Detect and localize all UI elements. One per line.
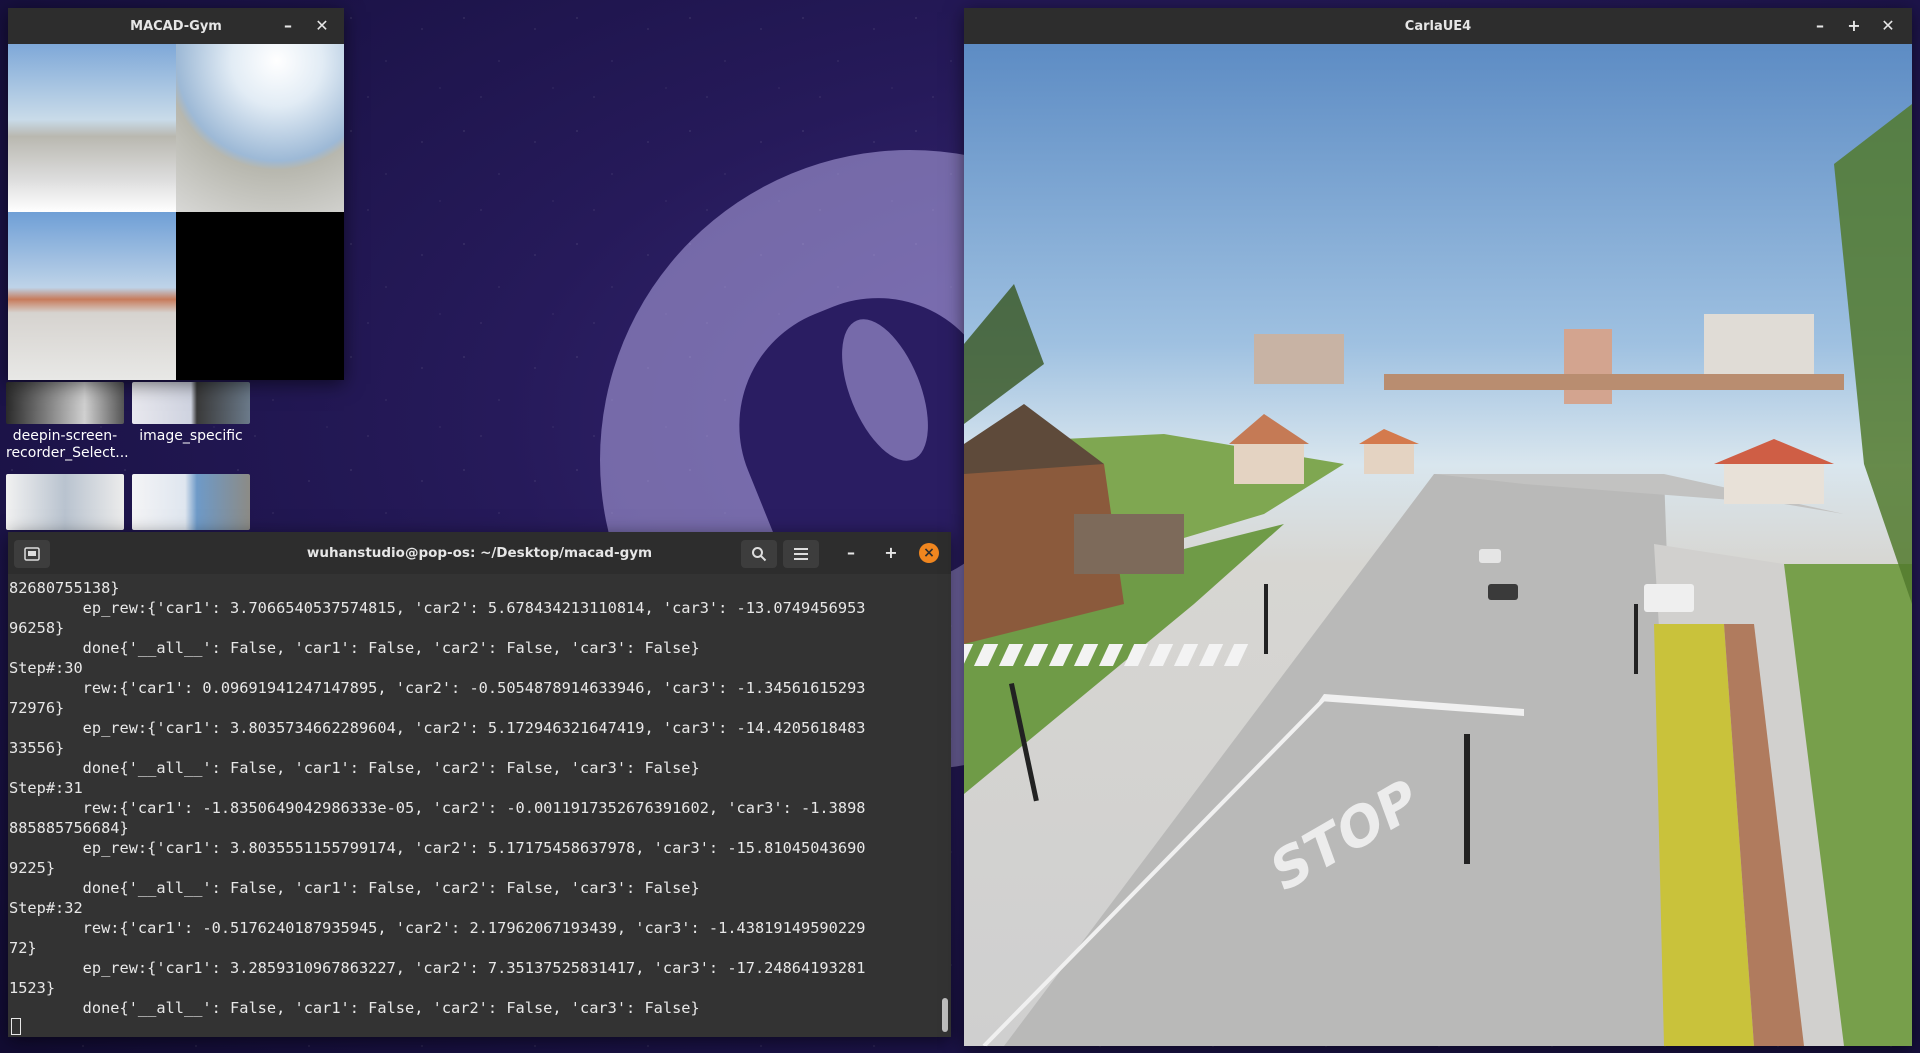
terminal-line: ep_rew:{'car1': 3.7066540537574815, 'car… (9, 599, 866, 617)
new-tab-icon[interactable] (14, 540, 50, 568)
terminal-line: 72} (9, 939, 37, 957)
terminal-line: 885885756684} (9, 819, 129, 837)
terminal-titlebar[interactable]: wuhanstudio@pop-os: ~/Desktop/macad-gym … (8, 532, 951, 574)
simulation-viewport[interactable]: STOP (964, 44, 1912, 1046)
terminal-line: rew:{'car1': -0.5176240187935945, 'car2'… (9, 919, 866, 937)
terminal-line: done{'__all__': False, 'car1': False, 'c… (9, 759, 700, 777)
terminal-line: 72976} (9, 699, 65, 717)
terminal-line: 33556} (9, 739, 65, 757)
terminal-line: Step#:32 (9, 899, 83, 917)
terminal-line: Step#:31 (9, 779, 83, 797)
desktop-icon-4[interactable] (132, 474, 250, 534)
terminal-line: ep_rew:{'car1': 3.2859310967863227, 'car… (9, 959, 866, 977)
camera-view-car2 (176, 44, 344, 212)
town-scene (964, 104, 1912, 1046)
menu-icon[interactable] (783, 540, 819, 568)
close-button[interactable]: × (919, 543, 939, 563)
maximize-button[interactable]: + (879, 541, 903, 565)
camera-view-empty (176, 212, 344, 380)
desktop-icon-thumbnail (132, 474, 250, 530)
terminal-line: rew:{'car1': 0.09691941247147895, 'car2'… (9, 679, 866, 697)
terminal-line: Step#:30 (9, 659, 83, 677)
minimize-button[interactable]: – (839, 541, 863, 565)
carla-titlebar[interactable]: CarlaUE4 – + ✕ (964, 8, 1912, 44)
terminal-line: done{'__all__': False, 'car1': False, 'c… (9, 879, 700, 897)
window-title: MACAD-Gym (130, 18, 222, 34)
search-icon[interactable] (741, 540, 777, 568)
terminal-line: ep_rew:{'car1': 3.8035734662289604, 'car… (9, 719, 866, 737)
terminal-title: wuhanstudio@pop-os: ~/Desktop/macad-gym (306, 545, 653, 561)
recorder-thumbnail (6, 382, 124, 424)
desktop-icon-label: image_specific (139, 428, 243, 444)
terminal-output[interactable]: 82680755138} ep_rew:{'car1': 3.706654053… (8, 574, 939, 1037)
desktop-icon-3[interactable] (6, 474, 124, 534)
terminal-window: wuhanstudio@pop-os: ~/Desktop/macad-gym … (8, 532, 951, 1037)
desktop-icon-label: deepin-screen-recorder_Select... (6, 428, 129, 461)
minimize-button[interactable]: – (1808, 14, 1832, 38)
desktop-icon-recorder[interactable]: deepin-screen-recorder_Select... (6, 382, 129, 462)
desktop-icon-thumbnail (6, 474, 124, 530)
terminal-cursor (11, 1018, 21, 1035)
desktop-icon-image-specific[interactable]: image_specific (132, 382, 250, 445)
terminal-line: done{'__all__': False, 'car1': False, 'c… (9, 639, 700, 657)
macad-titlebar[interactable]: MACAD-Gym – ✕ (8, 8, 344, 44)
close-button[interactable]: ✕ (1876, 14, 1900, 38)
terminal-line: 82680755138} (9, 579, 120, 597)
window-title: CarlaUE4 (1404, 18, 1472, 34)
image-specific-thumbnail (132, 382, 250, 424)
close-button[interactable]: ✕ (310, 14, 334, 38)
terminal-line: 1523} (9, 979, 56, 997)
minimize-button[interactable]: – (276, 14, 300, 38)
terminal-line: 96258} (9, 619, 65, 637)
terminal-line: rew:{'car1': -1.8350649042986333e-05, 'c… (9, 799, 866, 817)
terminal-line: 9225} (9, 859, 56, 877)
terminal-scrollbar[interactable] (942, 998, 948, 1032)
macad-gym-window: MACAD-Gym – ✕ (8, 8, 344, 380)
camera-view-car1 (8, 44, 176, 212)
maximize-button[interactable]: + (1842, 14, 1866, 38)
terminal-line: done{'__all__': False, 'car1': False, 'c… (9, 999, 700, 1017)
camera-view-car3 (8, 212, 176, 380)
carla-window: CarlaUE4 – + ✕ STOP (964, 8, 1912, 1046)
terminal-line: ep_rew:{'car1': 3.8035551155799174, 'car… (9, 839, 866, 857)
